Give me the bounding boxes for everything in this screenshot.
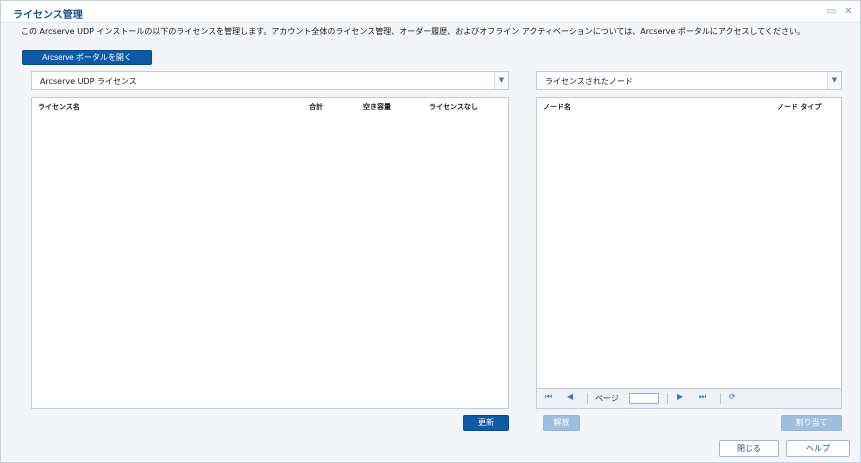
column-free[interactable]: 空き容量 [363, 102, 391, 112]
node-grid: ノード名 ノード タイプ [536, 97, 842, 389]
node-grid-header: ノード名 ノード タイプ [537, 98, 841, 114]
column-node-name[interactable]: ノード名 [543, 102, 571, 112]
chevron-down-icon[interactable]: ▼ [827, 72, 841, 89]
license-type-combo[interactable]: Arcserve UDP ライセンス ▼ [31, 71, 509, 90]
license-grid: ライセンス名 合計 空き容量 ライセンスなし [31, 97, 509, 409]
column-total[interactable]: 合計 [309, 102, 323, 112]
refresh-icon[interactable]: ⟳ [729, 392, 736, 401]
last-page-icon[interactable]: ⏭ [699, 392, 706, 402]
dialog-titlebar: ライセンス管理 ▭ ✕ [1, 1, 860, 23]
close-icon[interactable]: ✕ [843, 6, 854, 17]
next-page-icon[interactable]: ▶ [677, 392, 683, 401]
open-arcserve-portal-button[interactable]: Arcserve ポータルを開く [22, 50, 152, 65]
pager-divider [667, 393, 668, 404]
licensed-nodes-combo-value: ライセンスされたノード [545, 77, 633, 86]
dialog-description: この Arcserve UDP インストールの以下のライセンスを管理します。アカ… [21, 27, 805, 36]
dialog-title: ライセンス管理 [13, 10, 83, 21]
column-unlicensed[interactable]: ライセンスなし [429, 102, 478, 112]
close-button[interactable]: 閉じる [719, 440, 779, 457]
chevron-down-icon[interactable]: ▼ [494, 72, 508, 89]
release-button[interactable]: 解放 [543, 415, 580, 431]
node-grid-pager: ⏮ ◀ ページ ▶ ⏭ ⟳ [536, 389, 842, 409]
assign-button[interactable]: 割り当て [781, 415, 842, 431]
page-label: ページ [595, 394, 619, 403]
license-grid-header: ライセンス名 合計 空き容量 ライセンスなし [32, 98, 508, 114]
previous-page-icon[interactable]: ◀ [567, 392, 573, 401]
page-number-input[interactable] [629, 393, 659, 404]
window-controls: ▭ ✕ [826, 6, 854, 17]
help-button[interactable]: ヘルプ [786, 440, 850, 457]
pager-divider [720, 393, 721, 404]
license-type-combo-value: Arcserve UDP ライセンス [40, 77, 137, 86]
restore-icon[interactable]: ▭ [826, 6, 837, 17]
column-node-type[interactable]: ノード タイプ [777, 102, 821, 112]
pager-divider [587, 393, 588, 404]
license-management-dialog: ライセンス管理 ▭ ✕ この Arcserve UDP インストールの以下のライ… [0, 0, 861, 463]
first-page-icon[interactable]: ⏮ [545, 392, 552, 402]
licensed-nodes-combo[interactable]: ライセンスされたノード ▼ [536, 71, 842, 90]
column-license-name[interactable]: ライセンス名 [38, 102, 80, 112]
refresh-button[interactable]: 更新 [463, 415, 509, 431]
